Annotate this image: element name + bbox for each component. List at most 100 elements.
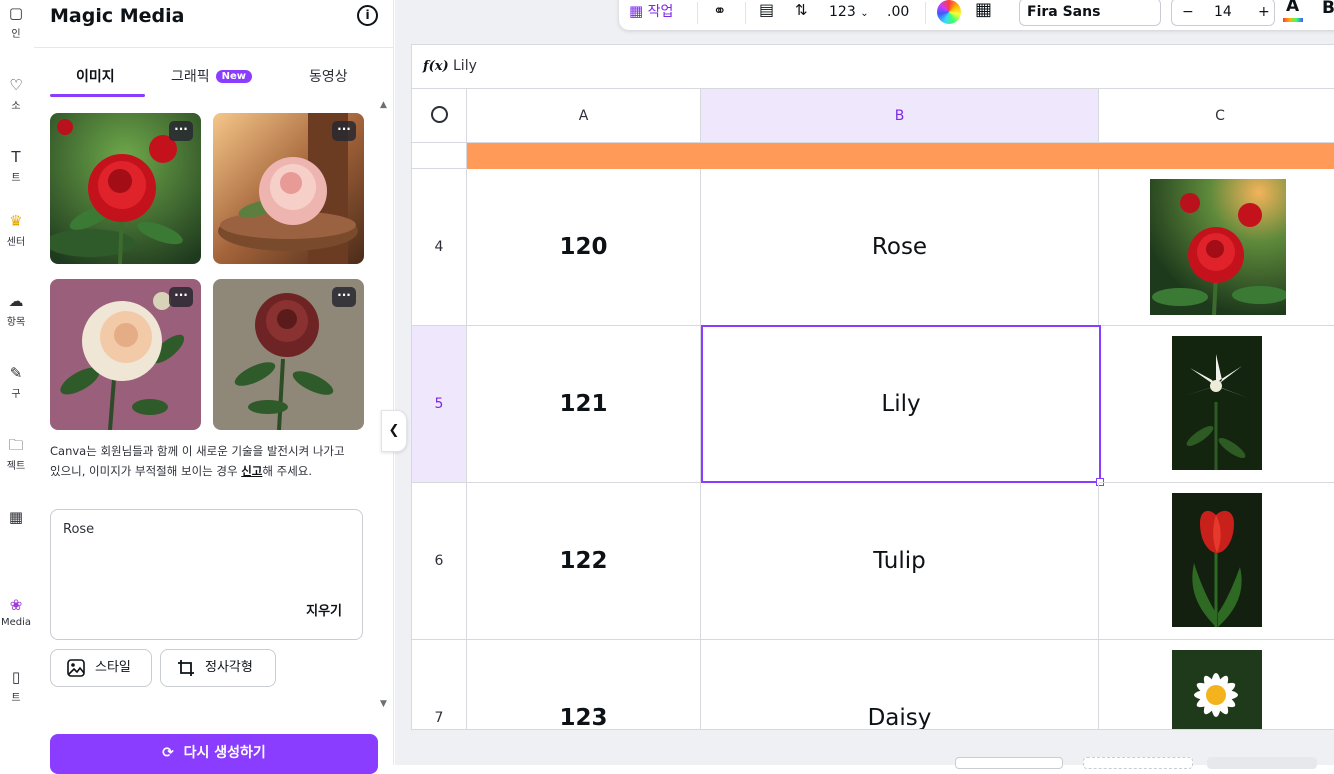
cell-image[interactable] (1099, 483, 1334, 640)
generated-image-dark-red-rose[interactable]: ··· (213, 279, 364, 430)
generated-image-pink-rose[interactable]: ··· (213, 113, 364, 264)
rail-item-apps[interactable]: ▦ (0, 508, 34, 529)
grid-icon[interactable]: ▦ (975, 0, 992, 20)
rail-item-brand[interactable]: ♛ 센터 (0, 212, 34, 248)
rail-item-charts[interactable]: ▯ 트 (0, 668, 34, 704)
more-options-icon[interactable]: ··· (169, 287, 193, 307)
rail-item-elements[interactable]: ♡ 소 (0, 76, 34, 112)
tab-label: 이미지 (76, 69, 115, 85)
text-color-swatch (1283, 18, 1303, 22)
spreadsheet-toolbar: ▦ 작업 ⚭ ▤ ⇅ 123 ⌄ .00 ▦ Fira Sans − 14 + … (619, 0, 1334, 30)
cell-name[interactable]: Rose (701, 169, 1099, 326)
row-header[interactable] (412, 143, 467, 169)
column-header-c[interactable]: C (1099, 89, 1334, 143)
regenerate-button[interactable]: ⟳ 다시 생성하기 (50, 734, 378, 774)
text-icon: T (11, 148, 21, 166)
info-icon[interactable]: i (357, 5, 378, 26)
page-controls[interactable] (955, 757, 1063, 769)
chart-icon[interactable]: ▤ (759, 0, 774, 19)
crop-icon (178, 660, 194, 676)
row-header-5[interactable]: 5 (412, 326, 467, 483)
decrease-size-button[interactable]: − (1182, 4, 1194, 20)
active-tab-indicator (50, 94, 145, 97)
media-tabs: 이미지 그래픽 New 동영상 (50, 60, 364, 97)
report-link[interactable]: 신고 (241, 464, 262, 478)
action-button[interactable]: ▦ 작업 (629, 1, 673, 21)
toolbar-separator (745, 2, 746, 24)
zoom-controls[interactable] (1083, 757, 1193, 769)
cell-image[interactable] (1099, 169, 1334, 326)
aspect-ratio-button[interactable]: 정사각형 (160, 649, 276, 687)
rail-item-magic-media[interactable]: ❀ Media (0, 596, 34, 628)
disclaimer-text-end: 해 주세요. (262, 464, 313, 478)
font-size-stepper[interactable]: − 14 + (1171, 0, 1275, 26)
ai-disclaimer: Canva는 회원님들과 함께 이 새로운 기술을 발전시켜 나가고 있으니, … (50, 441, 350, 481)
decimal-button[interactable]: .00 (887, 4, 909, 20)
formula-bar[interactable]: f(x) Lily (412, 45, 1334, 89)
cell-image[interactable] (1099, 640, 1334, 729)
number-format-dropdown[interactable]: 123 ⌄ (829, 4, 869, 20)
generated-image-red-rose[interactable]: ··· (50, 113, 201, 264)
formula-label: f(x) (423, 59, 449, 74)
rail-item-uploads[interactable]: ☁ 항목 (0, 292, 34, 328)
prompt-input[interactable]: Rose 지우기 (50, 509, 363, 640)
cell-id[interactable]: 121 (467, 326, 701, 483)
panel-divider (34, 47, 394, 48)
row-header-7[interactable]: 7 (412, 640, 467, 729)
row-header-6[interactable]: 6 (412, 483, 467, 640)
rail-item-design[interactable]: ▢ 인 (0, 4, 34, 40)
cell-image[interactable] (1099, 326, 1334, 483)
font-size-value[interactable]: 14 (1214, 4, 1232, 20)
cell-name[interactable]: Daisy (701, 640, 1099, 729)
increase-size-button[interactable]: + (1258, 4, 1270, 20)
cell-id[interactable]: 120 (467, 169, 701, 326)
more-options-icon[interactable]: ··· (332, 287, 356, 307)
text-color-icon[interactable]: A (1286, 0, 1299, 16)
image-icon (67, 659, 85, 677)
tulip-image (1172, 493, 1262, 627)
header-row-fill[interactable] (467, 143, 1334, 169)
rail-label: 트 (11, 173, 21, 184)
cell-id[interactable]: 122 (467, 483, 701, 640)
table-action-icon: ▦ (629, 2, 644, 20)
sort-icon[interactable]: ⇅ (795, 1, 808, 19)
row-header-4[interactable]: 4 (412, 169, 467, 326)
select-all-cell[interactable] (412, 89, 467, 143)
bold-button[interactable]: B (1322, 0, 1334, 18)
cell-name-selected[interactable]: Lily (701, 325, 1101, 483)
column-header-a[interactable]: A (467, 89, 701, 143)
generated-image-white-rose[interactable]: ··· (50, 279, 201, 430)
rail-item-projects[interactable]: 🗀 젝트 (0, 436, 34, 472)
more-options-icon[interactable]: ··· (332, 121, 356, 141)
clear-button[interactable]: 지우기 (306, 600, 342, 619)
toolbar-separator (697, 2, 698, 24)
panel-title: Magic Media (50, 5, 185, 27)
fill-color-icon[interactable] (937, 0, 961, 24)
collapse-panel-button[interactable]: ❮ (381, 410, 407, 452)
cell-name[interactable]: Tulip (701, 483, 1099, 640)
cell-id[interactable]: 123 (467, 640, 701, 729)
toolbar-separator (925, 2, 926, 24)
tab-image[interactable]: 이미지 (76, 66, 115, 86)
prompt-value: Rose (63, 522, 95, 537)
tab-label: 동영상 (309, 69, 348, 85)
style-label: 스타일 (95, 660, 131, 675)
font-family-select[interactable]: Fira Sans (1019, 0, 1161, 26)
tab-graphic[interactable]: 그래픽 New (171, 66, 253, 86)
column-header-b[interactable]: B (701, 89, 1099, 143)
chevron-down-icon: ⌄ (860, 8, 869, 19)
tab-video[interactable]: 동영상 (309, 66, 348, 86)
scroll-up-icon[interactable]: ▲ (380, 100, 387, 110)
daisy-image (1172, 650, 1262, 729)
view-controls[interactable] (1207, 757, 1317, 769)
rail-item-text[interactable]: T 트 (0, 148, 34, 184)
scroll-down-icon[interactable]: ▼ (380, 699, 387, 709)
more-options-icon[interactable]: ··· (169, 121, 193, 141)
rail-item-draw[interactable]: ✎ 구 (0, 364, 34, 400)
aspect-label: 정사각형 (205, 660, 253, 675)
style-button[interactable]: 스타일 (50, 649, 152, 687)
editor-canvas: ▦ 작업 ⚭ ▤ ⇅ 123 ⌄ .00 ▦ Fira Sans − 14 + … (395, 0, 1334, 769)
comment-icon[interactable]: ⚭ (713, 1, 726, 20)
formula-value[interactable]: Lily (453, 58, 477, 74)
rail-label: 항목 (6, 317, 26, 328)
